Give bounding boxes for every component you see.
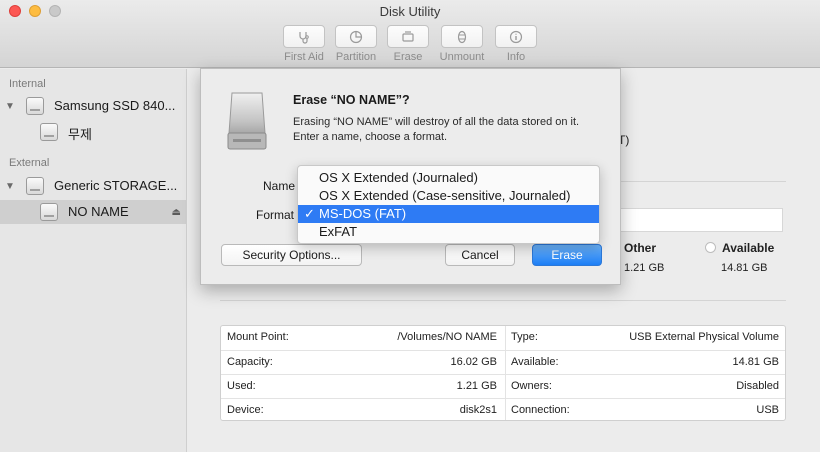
- legend-other-value: 1.21 GB: [624, 262, 665, 274]
- capacity-value: 16.02 GB: [450, 356, 497, 368]
- table-row: Mount Point: /Volumes/NO NAME Type: USB …: [221, 326, 785, 350]
- sidebar-item-label: NO NAME: [68, 204, 129, 219]
- usage-bar: [618, 208, 783, 232]
- owners-label: Owners:: [511, 380, 552, 392]
- available-value: 14.81 GB: [732, 356, 779, 368]
- internal-disk-icon: [26, 97, 44, 115]
- sidebar: Internal ▼ Samsung SSD 840... 무제 Externa…: [0, 69, 187, 452]
- mount-point-label: Mount Point:: [227, 331, 289, 343]
- format-option-os-x-extended-case-sensitive[interactable]: OS X Extended (Case-sensitive, Journaled…: [298, 187, 599, 205]
- mount-point-value: /Volumes/NO NAME: [397, 331, 497, 343]
- name-label: Name: [263, 179, 296, 193]
- legend-other-label: Other: [624, 241, 657, 255]
- disclosure-triangle-icon[interactable]: ▼: [5, 101, 15, 112]
- pie-chart-icon: [349, 30, 363, 43]
- first-aid-label: First Aid: [284, 51, 324, 63]
- sidebar-item-label: Samsung SSD 840...: [54, 98, 176, 113]
- table-row: Used: 1.21 GB Owners: Disabled: [221, 374, 785, 398]
- cancel-button[interactable]: Cancel: [445, 244, 515, 266]
- connection-label: Connection:: [511, 404, 570, 416]
- first-aid-button[interactable]: [283, 25, 325, 48]
- info-button[interactable]: [495, 25, 537, 48]
- erase-label: Erase: [393, 51, 423, 63]
- owners-value: Disabled: [736, 380, 779, 392]
- format-option-label: MS-DOS (FAT): [319, 206, 407, 221]
- format-option-os-x-extended-journaled[interactable]: OS X Extended (Journaled): [298, 169, 599, 187]
- type-label: Type:: [511, 331, 538, 343]
- volume-icon: [40, 203, 58, 221]
- format-dropdown-menu[interactable]: OS X Extended (Journaled) OS X Extended …: [297, 165, 600, 244]
- sidebar-item-no-name[interactable]: NO NAME ⏏: [0, 200, 187, 224]
- volume-icon: [40, 123, 58, 141]
- partition-button[interactable]: [335, 25, 377, 48]
- hard-drive-icon: [227, 92, 267, 150]
- eject-icon[interactable]: ⏏: [172, 207, 181, 218]
- sidebar-item-label: Generic STORAGE...: [54, 178, 178, 193]
- sidebar-heading-external: External: [9, 157, 50, 169]
- info-table: Mount Point: /Volumes/NO NAME Type: USB …: [220, 325, 786, 421]
- erase-button[interactable]: Erase: [532, 244, 602, 266]
- external-disk-icon: [26, 177, 44, 195]
- used-value: 1.21 GB: [456, 380, 497, 392]
- device-label: Device:: [227, 404, 264, 416]
- format-option-exfat[interactable]: ExFAT: [298, 223, 599, 241]
- sidebar-item-volume-untitled[interactable]: 무제: [0, 120, 187, 144]
- available-swatch: [705, 242, 716, 253]
- partition-label: Partition: [335, 51, 377, 63]
- sidebar-item-label: 무제: [68, 127, 92, 142]
- format-label: Format: [256, 208, 295, 222]
- divider: [220, 300, 786, 301]
- checkmark-icon: ✓: [304, 206, 315, 221]
- used-label: Used:: [227, 380, 256, 392]
- security-options-button[interactable]: Security Options...: [221, 244, 362, 266]
- device-value: disk2s1: [459, 404, 497, 416]
- stethoscope-icon: [299, 31, 309, 44]
- legend-available: Available: [705, 241, 774, 255]
- connection-value: USB: [756, 404, 779, 416]
- capacity-label: Capacity:: [227, 356, 273, 368]
- erase-button-toolbar[interactable]: [387, 25, 429, 48]
- info-label: Info: [506, 51, 526, 63]
- table-row: Device: disk2s1 Connection: USB: [221, 398, 785, 422]
- legend-available-value: 14.81 GB: [721, 262, 768, 274]
- format-option-ms-dos-fat[interactable]: ✓ MS-DOS (FAT): [298, 205, 599, 223]
- title-bar: Disk Utility First Aid Partition Erase U…: [0, 0, 820, 68]
- sidebar-item-samsung-ssd[interactable]: ▼ Samsung SSD 840...: [0, 94, 187, 118]
- legend-available-label: Available: [722, 241, 775, 255]
- table-row: Capacity: 16.02 GB Available: 14.81 GB: [221, 350, 785, 374]
- sidebar-item-generic-storage[interactable]: ▼ Generic STORAGE...: [0, 174, 187, 198]
- erase-icon: [402, 30, 414, 42]
- dialog-message: Erasing “NO NAME” will destroy of all th…: [293, 116, 580, 143]
- unmount-icon: [457, 30, 467, 43]
- unmount-button[interactable]: [441, 25, 483, 48]
- sidebar-heading-internal: Internal: [9, 78, 46, 90]
- info-icon: [509, 30, 523, 43]
- disclosure-triangle-icon[interactable]: ▼: [5, 181, 15, 192]
- unmount-label: Unmount: [439, 51, 485, 63]
- available-label: Available:: [511, 356, 559, 368]
- dialog-title: Erase “NO NAME”?: [293, 93, 410, 107]
- type-value: USB External Physical Volume: [629, 331, 779, 343]
- window-title: Disk Utility: [379, 4, 441, 19]
